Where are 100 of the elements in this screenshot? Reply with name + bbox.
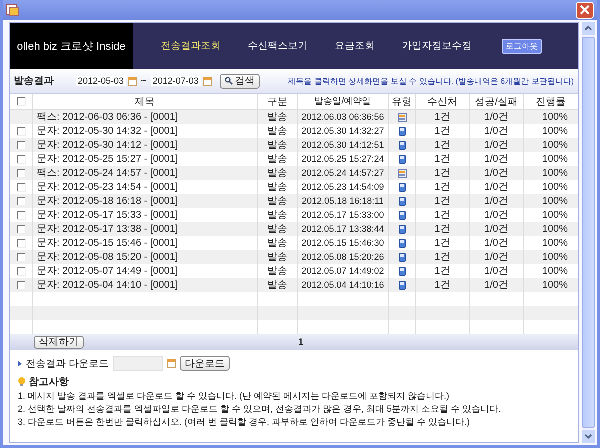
date-field[interactable]: 2012-05-03 (76, 76, 126, 86)
row-checkbox[interactable] (16, 154, 26, 164)
row-checkbox[interactable] (16, 252, 26, 262)
table-cell-text: 1/0건 (484, 237, 508, 250)
table-cell-text: 1건 (434, 223, 450, 236)
calendar-icon[interactable] (166, 359, 176, 368)
table-cell: 100% (542, 252, 568, 262)
notes-title: 참고사항 (29, 376, 69, 389)
table-cell-text: 발송 (268, 181, 288, 194)
note-text: 3. 다운로드 버튼은 한번만 클릭하십시오. (여러 번 클릭할 경우, 과부하로 인하여 다운로드가 중단될 수 있습니다.) (18, 416, 472, 428)
table-cell: 100% (542, 182, 568, 192)
table-cell-text: 1건 (434, 139, 450, 152)
table-cell-text: 1/0건 (484, 279, 508, 292)
table-cell-text: 1/0건 (484, 139, 508, 152)
message-title-link[interactable]: 문자: 2012-05-07 14:49 - [0001] (37, 264, 178, 278)
table-cell: 2012.05.15 15:46:30 (302, 238, 384, 248)
message-title-link[interactable]: 문자: 2012-05-25 15:27 - [0001] (37, 152, 178, 166)
date-field[interactable] (112, 356, 163, 371)
table-cell: 100% (542, 210, 568, 220)
note-text: 2. 선택한 날짜의 전송결과를 엑셀파일로 다운로드 할 수 있으며, 전송결과가 많은 경우, 최대 5분까지 소요될 수 있습니다. (18, 403, 502, 415)
table-cell-text: 1건 (434, 195, 450, 208)
table-cell-text: 1/0건 (484, 195, 508, 208)
message-title-link[interactable]: 팩스: 2012-05-24 14:57 - [0001] (37, 166, 178, 180)
column-header: 발송일/예약일 (314, 95, 372, 108)
table-cell: 100% (542, 154, 568, 164)
page-number[interactable]: 1 (298, 337, 304, 347)
message-title-link[interactable]: 문자: 2012-05-04 14:10 - [0001] (37, 278, 178, 292)
table-cell-text: 1건 (434, 153, 450, 166)
search-icon[interactable] (224, 77, 233, 85)
message-title-link[interactable]: 문자: 2012-05-30 14:32 - [0001] (37, 124, 178, 138)
message-title-link[interactable]: 문자: 2012-05-17 15:33 - [0001] (37, 208, 178, 222)
search-button[interactable]: 검색 (220, 74, 260, 88)
table-cell: 100% (542, 140, 568, 150)
table-cell: 100% (542, 280, 568, 290)
table-cell-text: 발송 (268, 125, 288, 138)
row-checkbox[interactable] (16, 280, 26, 290)
info-text: 제목을 클릭하면 상세화면을 보실 수 있습니다. (발송내역은 6개월간 보관됩니다) (288, 76, 574, 86)
section-title: 발송결과 (14, 75, 55, 88)
table-cell-text: 1건 (434, 251, 450, 264)
select-all-checkbox[interactable] (16, 97, 26, 106)
row-checkbox[interactable] (16, 196, 26, 206)
table-cell-text: 1건 (434, 209, 450, 222)
row-checkbox[interactable] (16, 168, 26, 178)
table-cell-text: 1건 (434, 279, 450, 292)
table-cell: 100% (542, 168, 568, 178)
row-checkbox[interactable] (16, 224, 26, 234)
table-cell-text: 발송 (268, 279, 288, 292)
row-checkbox[interactable] (16, 238, 26, 248)
table-cell-text: 발송 (268, 265, 288, 278)
message-title-link[interactable]: 문자: 2012-05-18 16:18 - [0001] (37, 194, 178, 208)
calendar-icon[interactable] (202, 76, 212, 86)
calendar-icon[interactable] (128, 76, 138, 86)
message-title-link[interactable]: 문자: 2012-05-15 15:46 - [0001] (37, 236, 178, 250)
table-cell: 100% (542, 238, 568, 248)
table-cell: 100% (542, 266, 568, 276)
row-checkbox[interactable] (16, 126, 26, 136)
table-cell-text: 발송 (268, 251, 288, 264)
table-cell-text: 1건 (434, 181, 450, 194)
table-cell-text: 1건 (434, 111, 450, 124)
nav-tab[interactable]: 요금조회 (335, 39, 375, 53)
table-cell: 100% (542, 112, 568, 122)
close-button[interactable] (576, 2, 594, 18)
column-header: 성공/실패 (475, 96, 518, 108)
nav-tab[interactable]: 가입자정보수정 (402, 39, 472, 53)
nav-tab[interactable]: 수신팩스보기 (248, 39, 308, 53)
table-cell: 100% (542, 224, 568, 234)
download-label: 전송결과 다운로드 (26, 358, 109, 370)
message-title-link[interactable]: 문자: 2012-05-17 13:38 - [0001] (37, 222, 178, 236)
column-header: 수신처 (428, 96, 458, 108)
download-button[interactable]: 다운로드 (180, 356, 230, 371)
table-cell: 2012.05.07 14:49:02 (302, 266, 384, 276)
table-cell: 2012.05.30 14:32:27 (302, 126, 384, 136)
table-cell-text: 1/0건 (484, 111, 508, 124)
table-cell: 2012.06.03 06:36:56 (302, 112, 384, 122)
table-cell-text: 발송 (268, 195, 288, 208)
message-title-link[interactable]: 문자: 2012-05-08 15:20 - [0001] (37, 250, 178, 264)
message-title-link[interactable]: 문자: 2012-05-30 14:12 - [0001] (37, 138, 178, 152)
lightbulb-icon (18, 377, 26, 387)
table-cell-text: 1/0건 (484, 153, 508, 166)
table-cell: 2012.05.17 15:33:00 (302, 210, 384, 220)
scroll-up-icon[interactable] (582, 22, 595, 35)
message-title-link[interactable]: 팩스: 2012-06-03 06:36 - [0001] (37, 110, 178, 124)
row-checkbox[interactable] (16, 266, 26, 276)
table-cell-text: 1/0건 (484, 209, 508, 222)
delete-button[interactable]: 삭제하기 (34, 336, 84, 348)
row-checkbox[interactable] (16, 182, 26, 192)
column-header: 구분 (268, 96, 288, 108)
close-icon[interactable] (580, 5, 590, 15)
table-cell-text: 1건 (434, 125, 450, 138)
scroll-down-icon[interactable] (582, 430, 595, 443)
table-cell-text: 발송 (268, 153, 288, 166)
table-cell: 2012.05.08 15:20:26 (302, 252, 384, 262)
message-title-link[interactable]: 문자: 2012-05-23 14:54 - [0001] (37, 180, 178, 194)
row-checkbox[interactable] (16, 210, 26, 220)
date-field[interactable]: 2012-07-03 (150, 76, 201, 86)
column-header: 유형 (392, 96, 412, 108)
nav-tab[interactable]: 전송결과조회 (161, 39, 221, 53)
table-cell-text: 발송 (268, 237, 288, 250)
row-checkbox[interactable] (16, 140, 26, 150)
table-cell: 2012.05.17 13:38:44 (302, 224, 384, 234)
